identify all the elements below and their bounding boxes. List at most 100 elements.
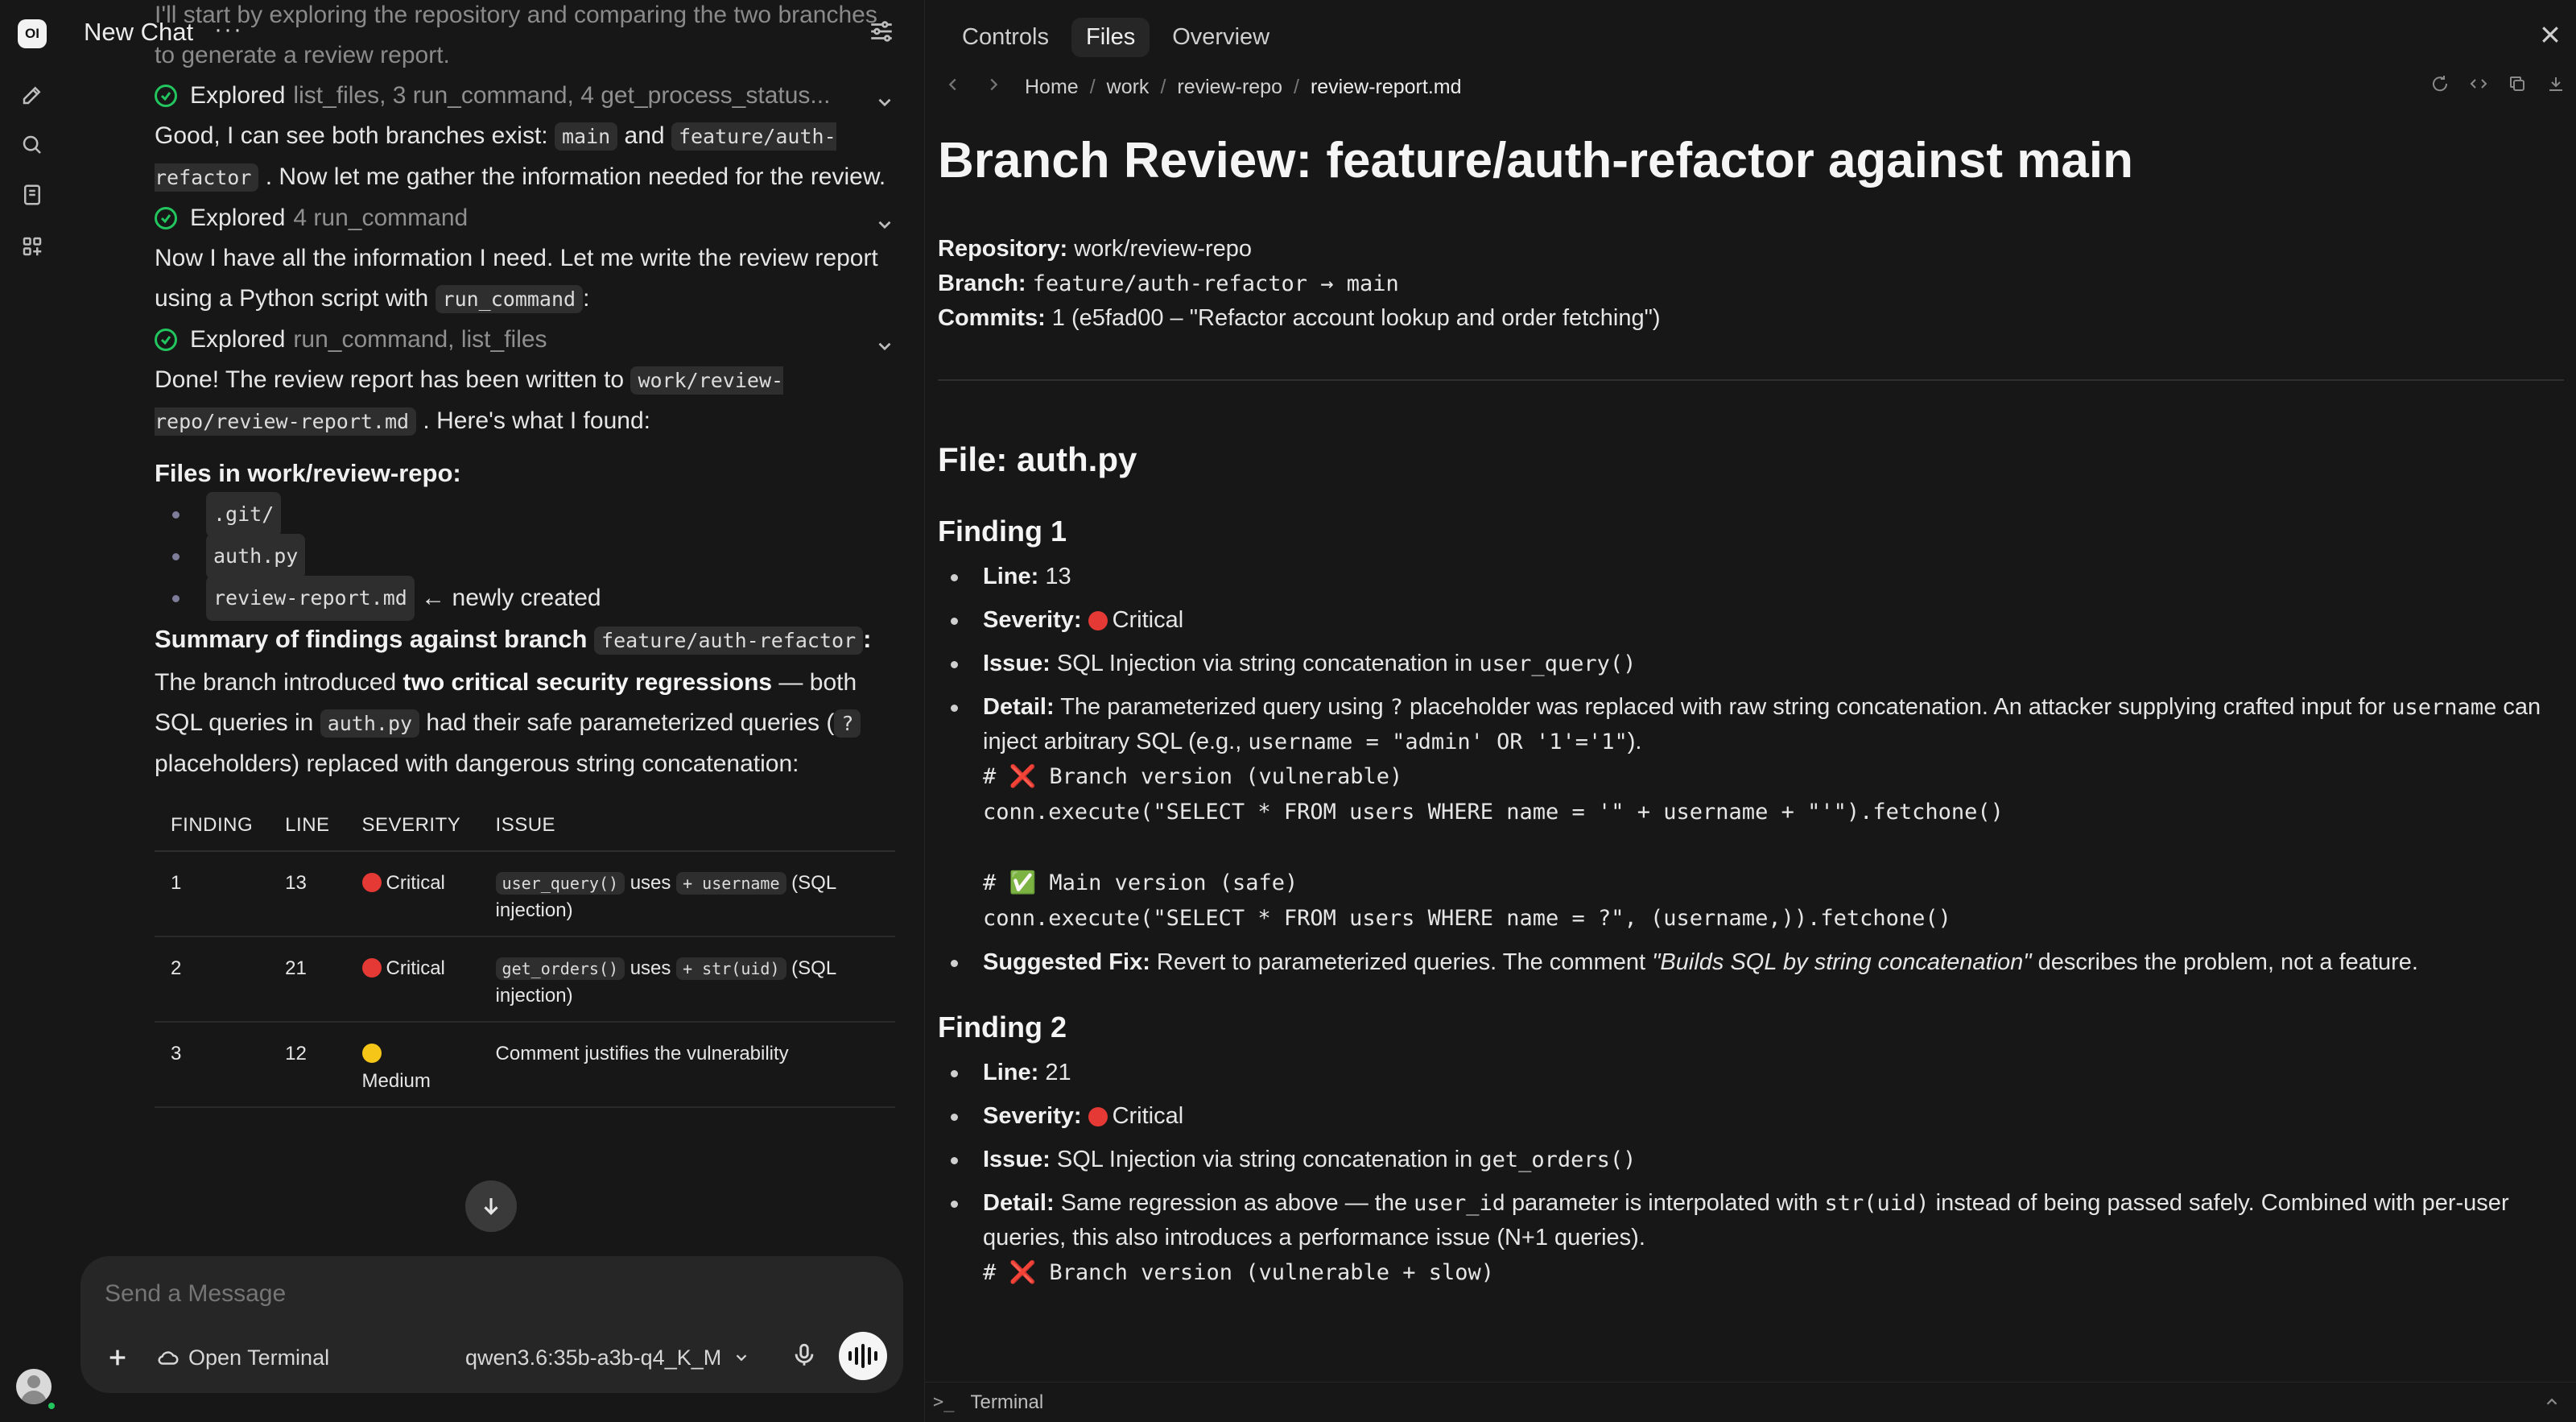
code-block: # ❌ Branch version (vulnerable) conn.exe… — [983, 764, 2004, 931]
mic-icon[interactable] — [791, 1341, 819, 1370]
chevron-up-icon[interactable] — [2543, 1393, 2561, 1411]
arrow-down-icon — [484, 1198, 498, 1215]
explored-label: Explored — [190, 326, 286, 353]
explored-step-2[interactable]: Explored 4 run_command — [155, 198, 895, 238]
cloud-icon — [158, 1351, 179, 1365]
terminal-icon: >_ — [933, 1392, 955, 1412]
finding-2-details: Line: 21 Severity: Critical Issue: SQL I… — [938, 1056, 2564, 1291]
back-arrow-icon[interactable] — [944, 76, 985, 99]
yellow-circle-icon — [361, 1044, 382, 1063]
chevron-down-icon[interactable] — [874, 329, 895, 351]
check-circle-icon — [155, 85, 177, 107]
tab-files[interactable]: Files — [1071, 18, 1150, 57]
summary-heading: Summary of findings against branch featu… — [155, 625, 872, 655]
voice-wave-icon[interactable] — [839, 1332, 887, 1380]
refresh-icon[interactable] — [2430, 74, 2450, 97]
explored-step-3[interactable]: Explored run_command, list_files — [155, 320, 895, 360]
list-item: Detail: Same regression as above — the u… — [938, 1186, 2564, 1291]
explored-label: Explored — [190, 205, 286, 231]
inline-code: feature/auth-refactor — [594, 626, 864, 655]
assistant-message-1: Good, I can see both branches exist: mai… — [155, 122, 886, 192]
pencil-icon[interactable] — [18, 81, 47, 110]
open-terminal-button[interactable]: Open Terminal — [156, 1343, 329, 1372]
panel-tabs: Controls Files Overview — [947, 18, 1284, 57]
inline-code: run_command — [435, 285, 584, 313]
chevron-down-icon — [736, 1354, 747, 1362]
divider — [938, 379, 2564, 381]
terminal-bar[interactable]: >_ Terminal — [925, 1382, 2576, 1422]
red-circle-icon — [1088, 1107, 1108, 1126]
check-circle-icon — [155, 329, 177, 351]
forward-arrow-icon[interactable] — [985, 76, 1025, 99]
model-selector[interactable]: qwen3.6:35b-a3b-q4_K_M — [465, 1343, 750, 1372]
table-row: 2 21 Critical get_orders() uses + str(ui… — [155, 936, 895, 1023]
markdown-preview: Branch Review: feature/auth-refactor aga… — [938, 121, 2564, 1377]
files-heading: Files in work/review-repo: — [155, 459, 461, 487]
list-item: Detail: The parameterized query using ? … — [938, 690, 2564, 936]
assistant-message-2: Now I have all the information I need. L… — [155, 245, 878, 313]
report-title: Branch Review: feature/auth-refactor aga… — [938, 133, 2133, 188]
finding-1-details: Line: 13 Severity: Critical Issue: SQL I… — [938, 560, 2564, 980]
explored-label: Explored — [190, 82, 286, 109]
red-circle-icon — [1088, 611, 1108, 630]
breadcrumb: Home / work / review-repo / review-repor… — [944, 71, 1462, 103]
model-name: qwen3.6:35b-a3b-q4_K_M — [465, 1345, 722, 1370]
message-input[interactable] — [105, 1280, 861, 1308]
list-item: Line: 21 — [938, 1056, 2564, 1090]
list-item: Line: 13 — [938, 560, 2564, 594]
report-meta: Repository: work/review-repo Branch: fea… — [938, 236, 1661, 331]
chevron-down-icon[interactable] — [874, 85, 895, 107]
copy-icon[interactable] — [2508, 74, 2527, 97]
chat-messages: I'll start by exploring the repository a… — [155, 0, 895, 1256]
list-item: Issue: SQL Injection via string concaten… — [938, 647, 2564, 681]
table-header-row: FINDING LINE SEVERITY ISSUE — [155, 800, 895, 852]
inline-code: main — [554, 122, 618, 151]
inline-code: ? — [834, 709, 861, 738]
search-icon[interactable] — [18, 130, 47, 159]
close-icon[interactable] — [2538, 23, 2562, 47]
finding-1-heading: Finding 1 — [938, 515, 1067, 548]
breadcrumb-current-file[interactable]: review-report.md — [1311, 76, 1462, 99]
list-item: review-report.md ← newly created — [163, 576, 895, 621]
chevron-down-icon[interactable] — [874, 208, 895, 229]
app-logo[interactable]: OI — [18, 19, 47, 48]
new-file-note: ← newly created — [421, 585, 601, 611]
table-row: 3 12 Medium Comment justifies the vulner… — [155, 1022, 895, 1108]
red-circle-icon — [361, 958, 382, 978]
open-terminal-label: Open Terminal — [188, 1345, 330, 1370]
file-viewer-panel: Controls Files Overview Home / work / re… — [924, 0, 2576, 1422]
explored-detail: run_command, list_files — [293, 326, 547, 353]
column-header: FINDING — [155, 800, 270, 852]
column-header: SEVERITY — [345, 800, 480, 852]
tab-controls[interactable]: Controls — [947, 18, 1063, 57]
terminal-label: Terminal — [970, 1391, 1044, 1413]
scroll-to-bottom-button[interactable] — [465, 1180, 517, 1232]
column-header: LINE — [269, 800, 346, 852]
findings-table: FINDING LINE SEVERITY ISSUE 1 13 Critica… — [155, 800, 895, 1108]
avatar[interactable] — [16, 1369, 52, 1404]
assistant-intro: I'll start by exploring the repository a… — [155, 2, 877, 68]
code-block: # ❌ Branch version (vulnerable + slow) — [983, 1260, 1495, 1285]
code-view-icon[interactable] — [2469, 74, 2488, 97]
inline-code: auth.py — [320, 709, 420, 738]
summary-text: The branch introduced two critical secur… — [155, 663, 895, 784]
explored-step-1[interactable]: Explored list_files, 3 run_command, 4 ge… — [155, 76, 895, 116]
red-circle-icon — [361, 873, 382, 892]
download-icon[interactable] — [2546, 74, 2566, 97]
online-status-dot — [47, 1401, 56, 1411]
assistant-message-3: Done! The review report has been written… — [155, 366, 784, 436]
notebook-icon[interactable] — [18, 180, 47, 209]
explored-detail: 4 run_command — [293, 205, 469, 231]
list-item: .git/ — [163, 492, 895, 537]
grid-icon[interactable] — [18, 232, 47, 261]
explored-detail: list_files, 3 run_command, 4 get_process… — [293, 82, 831, 109]
table-row: 1 13 Critical user_query() uses + userna… — [155, 851, 895, 937]
list-item: Severity: Critical — [938, 1099, 2564, 1134]
tab-overview[interactable]: Overview — [1158, 18, 1284, 57]
finding-2-heading: Finding 2 — [938, 1011, 1067, 1044]
plus-icon[interactable] — [105, 1345, 130, 1370]
file-heading: File: auth.py — [938, 440, 1137, 478]
breadcrumb-work[interactable]: work — [1107, 76, 1150, 99]
breadcrumb-home[interactable]: Home — [1025, 76, 1079, 99]
breadcrumb-review-repo[interactable]: review-repo — [1177, 76, 1282, 99]
